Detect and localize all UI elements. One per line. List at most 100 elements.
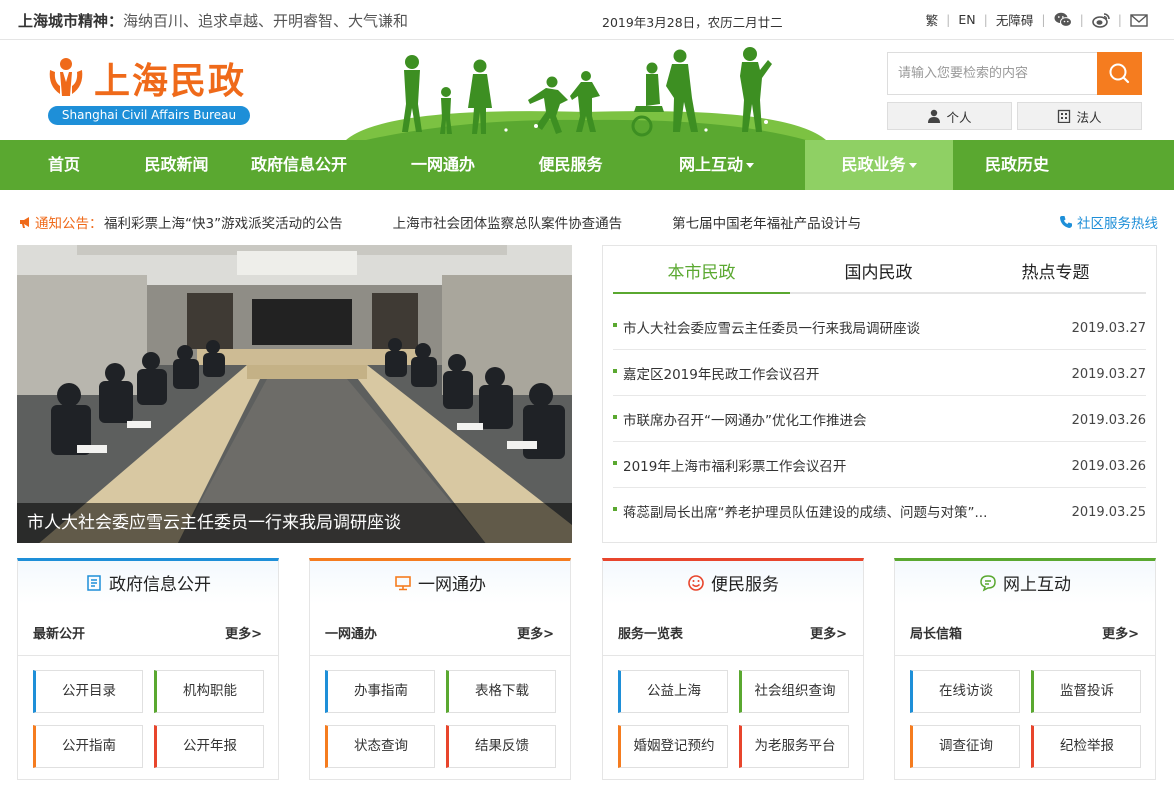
personal-login-label: 个人 bbox=[946, 109, 972, 125]
accessibility-link[interactable]: 无障碍 bbox=[996, 10, 1034, 29]
list-item[interactable]: 2019年上海市福利彩票工作会议召开 2019.03.26 bbox=[613, 442, 1146, 488]
divider: | bbox=[946, 12, 951, 27]
card-button[interactable]: 公开年报 bbox=[154, 725, 264, 768]
card-header: 便民服务 bbox=[603, 561, 863, 604]
featured-photo-caption[interactable]: 市人大社会委应雪云主任委员一行来我局调研座谈 bbox=[17, 503, 572, 543]
city-spirit-text: 海纳百川、追求卓越、开明睿智、大气谦和 bbox=[123, 12, 409, 30]
notice-link[interactable]: 上海市社会团体监察总队案件协查通告 bbox=[393, 216, 623, 232]
card-button[interactable]: 纪检举报 bbox=[1031, 725, 1141, 768]
chevron-down-icon bbox=[746, 163, 754, 168]
news-title[interactable]: 蒋蕊副局长出席“养老护理员队伍建设的成绩、问题与对策”... bbox=[623, 501, 1023, 521]
news-title[interactable]: 2019年上海市福利彩票工作会议召开 bbox=[623, 455, 1023, 475]
card-button[interactable]: 监督投诉 bbox=[1031, 670, 1141, 713]
search-icon bbox=[1109, 63, 1130, 84]
nav-item-history[interactable]: 民政历史 bbox=[953, 140, 1081, 190]
news-date: 2019.03.27 bbox=[1071, 321, 1146, 336]
card-button[interactable]: 公益上海 bbox=[618, 670, 728, 713]
weibo-icon[interactable] bbox=[1091, 12, 1110, 28]
document-list-icon bbox=[87, 574, 101, 591]
card-subheader: 最新公开 更多> bbox=[18, 604, 278, 656]
bureau-logo-icon[interactable] bbox=[46, 56, 86, 98]
tab-local-affairs[interactable]: 本市民政 bbox=[613, 254, 790, 294]
chevron-down-icon bbox=[908, 163, 917, 168]
card-button[interactable]: 公开指南 bbox=[33, 725, 143, 768]
card-header: 网上互动 bbox=[895, 561, 1155, 604]
card-button[interactable]: 办事指南 bbox=[325, 670, 435, 713]
nav-item-news[interactable]: 民政新闻 bbox=[128, 140, 225, 190]
search-input[interactable] bbox=[888, 53, 1098, 94]
news-list: 市人大社会委应雪云主任委员一行来我局调研座谈 2019.03.27 嘉定区2019… bbox=[613, 304, 1146, 534]
news-date: 2019.03.27 bbox=[1071, 367, 1146, 382]
traditional-chinese-link[interactable]: 繁 bbox=[926, 10, 939, 29]
nav-item-interaction[interactable]: 网上互动 bbox=[628, 140, 805, 190]
notice-link[interactable]: 第七届中国老年福祉产品设计与 bbox=[672, 216, 861, 232]
card-button[interactable]: 公开目录 bbox=[33, 670, 143, 713]
nav-item-business[interactable]: 民政业务 bbox=[805, 140, 953, 190]
community-hotline-link[interactable]: 社区服务热线 bbox=[1059, 212, 1158, 232]
divider: | bbox=[983, 12, 988, 27]
card-subtitle: 一网通办 bbox=[325, 627, 378, 642]
header: 上海民政 Shanghai Civil Affairs Bureau 请输入您要… bbox=[0, 40, 1174, 140]
card-gov-info: 政府信息公开 最新公开 更多> 公开目录 机构职能 公开指南 公开年报 bbox=[17, 558, 279, 780]
card-title: 便民服务 bbox=[711, 575, 779, 595]
list-item[interactable]: 市人大社会委应雪云主任委员一行来我局调研座谈 2019.03.27 bbox=[613, 304, 1146, 350]
featured-photo[interactable]: 市人大社会委应雪云主任委员一行来我局调研座谈 bbox=[17, 245, 572, 543]
bullet bbox=[613, 323, 617, 327]
more-link[interactable]: 更多> bbox=[810, 623, 847, 642]
tab-national-affairs[interactable]: 国内民政 bbox=[790, 254, 967, 292]
list-item[interactable]: 蒋蕊副局长出席“养老护理员队伍建设的成绩、问题与对策”... 2019.03.25 bbox=[613, 488, 1146, 534]
bullet bbox=[613, 461, 617, 465]
nav-item-gov-info[interactable]: 政府信息公开 bbox=[225, 140, 373, 190]
bullet bbox=[613, 369, 617, 373]
nav-item-home[interactable]: 首页 bbox=[0, 140, 128, 190]
bureau-logo-text[interactable]: 上海民政 bbox=[94, 52, 246, 104]
news-title[interactable]: 嘉定区2019年民政工作会议召开 bbox=[623, 363, 1023, 383]
bullet bbox=[613, 415, 617, 419]
news-date: 2019.03.25 bbox=[1071, 505, 1146, 520]
card-subheader: 局长信箱 更多> bbox=[895, 604, 1155, 656]
card-button[interactable]: 婚姻登记预约 bbox=[618, 725, 728, 768]
search-box bbox=[887, 52, 1142, 95]
news-title[interactable]: 市人大社会委应雪云主任委员一行来我局调研座谈 bbox=[623, 317, 1023, 337]
corporate-login-button[interactable]: 法人 bbox=[1017, 102, 1142, 130]
tab-hot-topics[interactable]: 热点专题 bbox=[967, 254, 1144, 292]
english-link[interactable]: EN bbox=[958, 12, 975, 27]
card-button[interactable]: 机构职能 bbox=[154, 670, 264, 713]
current-date: 2019年3月28日，农历二月廿二 bbox=[602, 15, 783, 30]
divider: | bbox=[1117, 12, 1122, 27]
list-item[interactable]: 嘉定区2019年民政工作会议召开 2019.03.27 bbox=[613, 350, 1146, 396]
mail-icon[interactable] bbox=[1130, 12, 1148, 28]
wechat-icon[interactable] bbox=[1054, 12, 1072, 28]
notice-link[interactable]: 福利彩票上海“快3”游戏派奖活动的公告 bbox=[104, 216, 343, 232]
list-item[interactable]: 市联席办召开“一网通办”优化工作推进会 2019.03.26 bbox=[613, 396, 1146, 442]
card-button[interactable]: 结果反馈 bbox=[446, 725, 556, 768]
more-link[interactable]: 更多> bbox=[517, 623, 554, 642]
divider: | bbox=[1079, 12, 1084, 27]
card-subtitle: 服务一览表 bbox=[618, 627, 684, 642]
nav-item-one-stop[interactable]: 一网通办 bbox=[373, 140, 513, 190]
card-services: 便民服务 服务一览表 更多> 公益上海 社会组织查询 婚姻登记预约 为老服务平台 bbox=[602, 558, 864, 780]
search-button[interactable] bbox=[1097, 52, 1142, 95]
top-bar: 上海城市精神：海纳百川、追求卓越、开明睿智、大气谦和 2019年3月28日，农历… bbox=[0, 0, 1174, 40]
card-button[interactable]: 为老服务平台 bbox=[739, 725, 849, 768]
personal-login-button[interactable]: 个人 bbox=[887, 102, 1012, 130]
city-spirit-label: 上海城市精神： bbox=[18, 12, 124, 30]
card-title: 一网通办 bbox=[418, 575, 486, 595]
nav-item-services[interactable]: 便民服务 bbox=[513, 140, 628, 190]
card-button[interactable]: 调查征询 bbox=[910, 725, 1020, 768]
top-links: 繁 | EN | 无障碍 | | | bbox=[926, 10, 1148, 29]
megaphone-icon bbox=[20, 217, 29, 228]
card-button[interactable]: 表格下载 bbox=[446, 670, 556, 713]
chat-icon bbox=[980, 574, 996, 591]
more-link[interactable]: 更多> bbox=[1102, 623, 1139, 642]
card-button[interactable]: 在线访谈 bbox=[910, 670, 1020, 713]
card-button[interactable]: 社会组织查询 bbox=[739, 670, 849, 713]
card-button[interactable]: 状态查询 bbox=[325, 725, 435, 768]
nav-item-business-label: 民政业务 bbox=[841, 155, 906, 174]
divider: | bbox=[1041, 12, 1046, 27]
card-subtitle: 局长信箱 bbox=[910, 627, 963, 642]
card-subtitle: 最新公开 bbox=[33, 627, 86, 642]
more-link[interactable]: 更多> bbox=[225, 623, 262, 642]
news-tabs: 本市民政 国内民政 热点专题 bbox=[613, 254, 1146, 294]
news-title[interactable]: 市联席办召开“一网通办”优化工作推进会 bbox=[623, 409, 1023, 429]
